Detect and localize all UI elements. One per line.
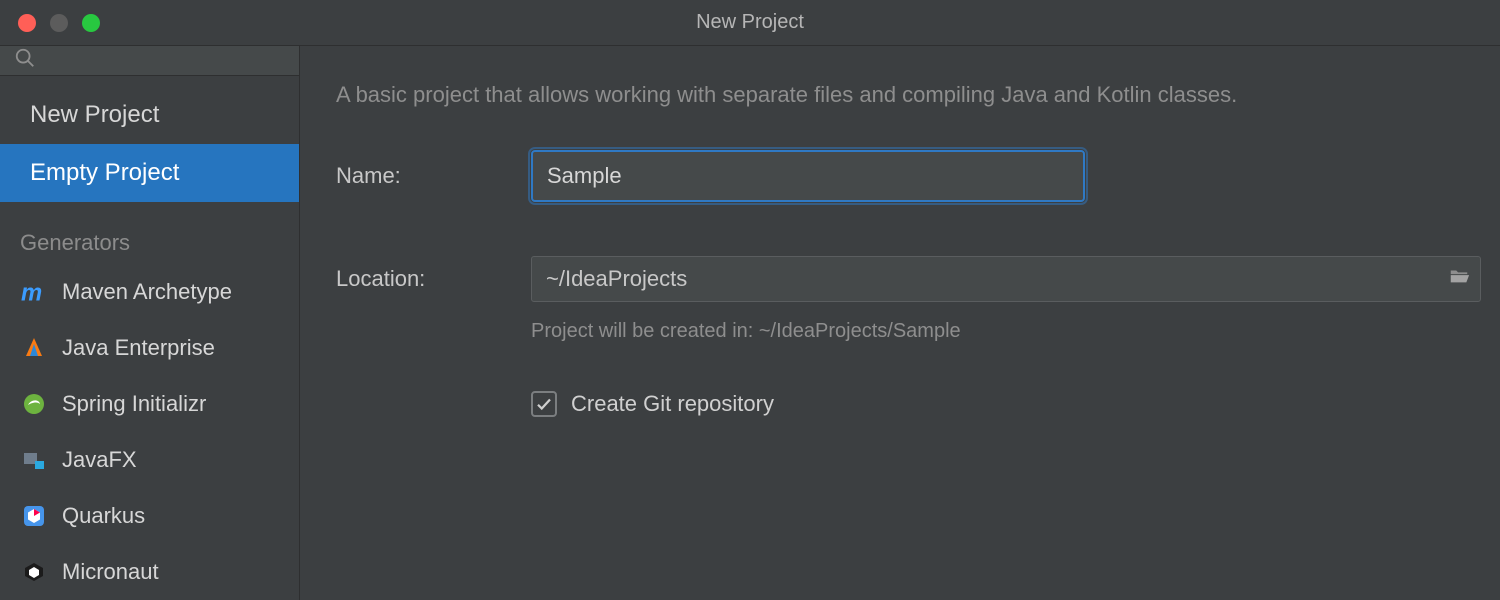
generator-java-enterprise[interactable]: Java Enterprise xyxy=(0,320,299,376)
sidebar-search[interactable] xyxy=(0,46,299,76)
sidebar: New Project Empty Project Generators m M… xyxy=(0,46,300,600)
sidebar-item-empty-project[interactable]: Empty Project xyxy=(0,144,299,202)
sidebar-section-generators: Generators xyxy=(0,202,299,264)
micronaut-icon xyxy=(20,558,48,586)
titlebar: New Project xyxy=(0,0,1500,46)
javaee-icon xyxy=(20,334,48,362)
window-controls xyxy=(0,14,100,32)
folder-open-icon xyxy=(1448,265,1470,293)
sidebar-item-new-project[interactable]: New Project xyxy=(0,86,299,144)
sidebar-item-label: New Project xyxy=(30,101,159,129)
generator-label: Maven Archetype xyxy=(62,279,232,305)
browse-location-button[interactable] xyxy=(1438,265,1480,293)
generator-micronaut[interactable]: Micronaut xyxy=(0,544,299,600)
name-label: Name: xyxy=(336,163,531,189)
content-panel: A basic project that allows working with… xyxy=(300,46,1500,600)
project-location-input[interactable] xyxy=(532,266,1438,292)
sidebar-item-label: Empty Project xyxy=(30,159,179,187)
generator-label: Spring Initializr xyxy=(62,391,206,417)
maven-icon: m xyxy=(20,278,48,306)
close-window-button[interactable] xyxy=(18,14,36,32)
generator-maven-archetype[interactable]: m Maven Archetype xyxy=(0,264,299,320)
generator-javafx[interactable]: JavaFX xyxy=(0,432,299,488)
create-git-repo-checkbox[interactable] xyxy=(531,391,557,417)
maximize-window-button[interactable] xyxy=(82,14,100,32)
generator-label: JavaFX xyxy=(62,447,137,473)
spring-icon xyxy=(20,390,48,418)
generator-spring-initializr[interactable]: Spring Initializr xyxy=(0,376,299,432)
generator-label: Quarkus xyxy=(62,503,145,529)
location-hint: Project will be created in: ~/IdeaProjec… xyxy=(531,320,1481,343)
location-field xyxy=(531,256,1481,302)
javafx-icon xyxy=(20,446,48,474)
generator-label: Java Enterprise xyxy=(62,335,215,361)
project-type-description: A basic project that allows working with… xyxy=(336,82,1481,108)
project-name-input[interactable] xyxy=(531,150,1085,202)
generator-label: Micronaut xyxy=(62,559,159,585)
search-icon xyxy=(14,47,36,75)
generator-quarkus[interactable]: Quarkus xyxy=(0,488,299,544)
create-git-repo-label: Create Git repository xyxy=(571,391,774,417)
location-label: Location: xyxy=(336,266,531,292)
quarkus-icon xyxy=(20,502,48,530)
window-title: New Project xyxy=(0,11,1500,34)
sidebar-search-input[interactable] xyxy=(46,49,311,72)
minimize-window-button[interactable] xyxy=(50,14,68,32)
svg-text:m: m xyxy=(21,280,42,305)
